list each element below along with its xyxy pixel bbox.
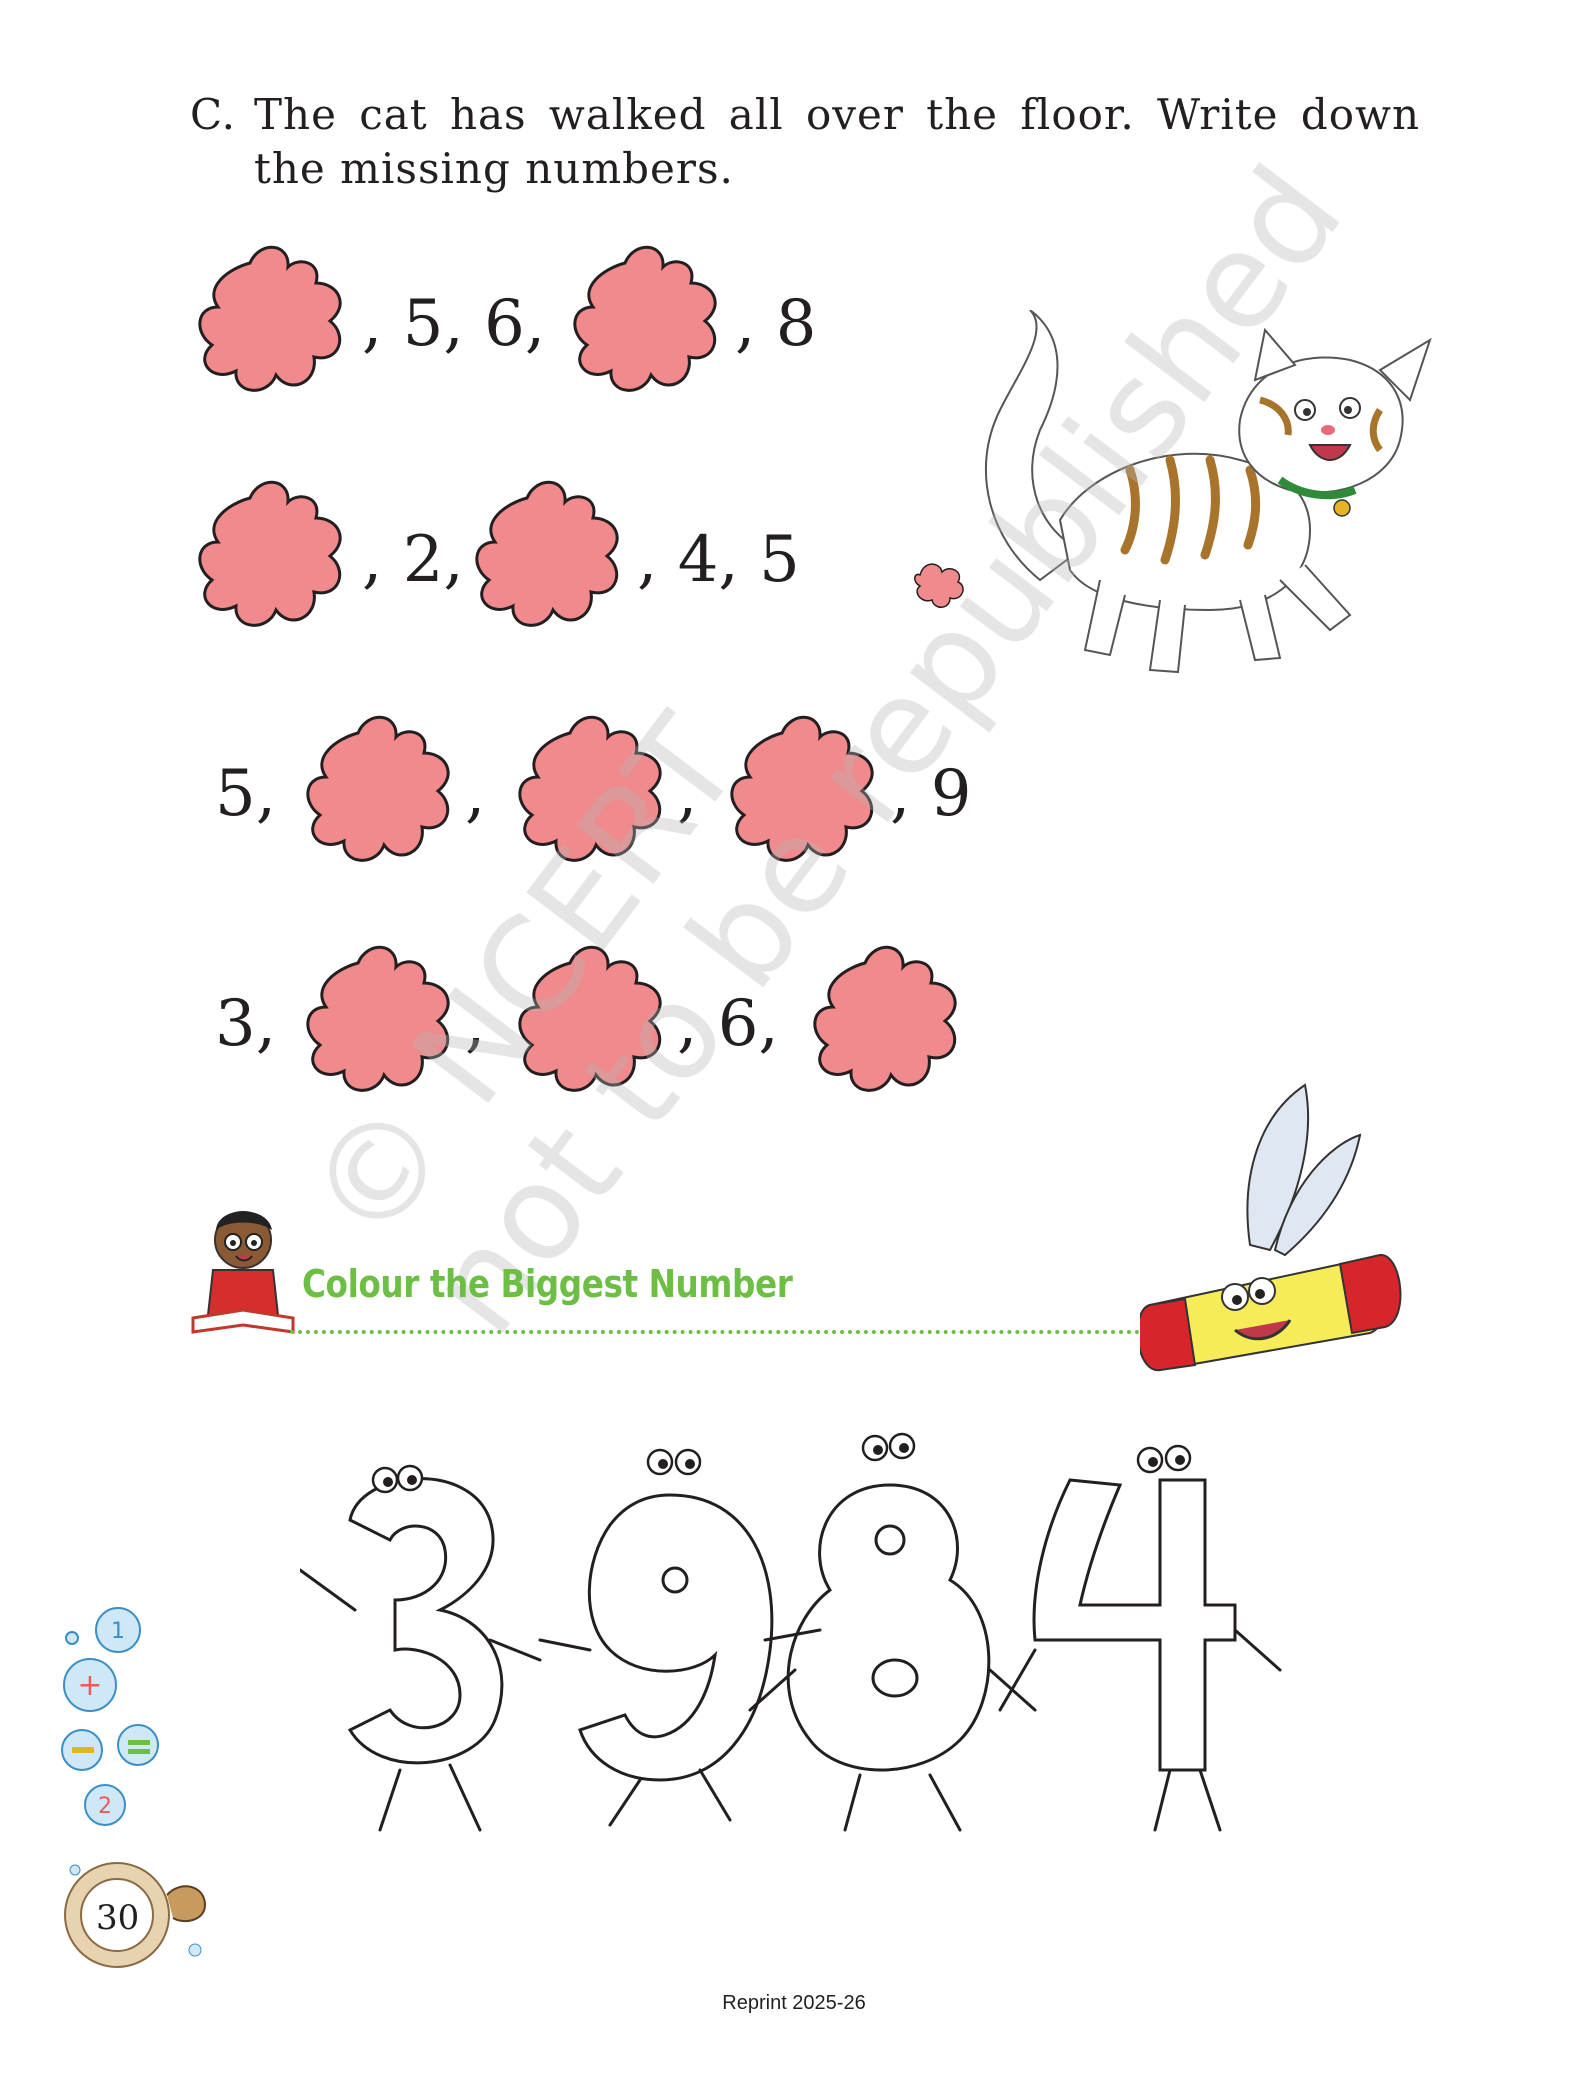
svg-text:+: +: [77, 1668, 102, 1703]
missing-number-blob[interactable]: [565, 235, 735, 405]
missing-number-blob[interactable]: [190, 470, 360, 640]
sequence-text: , 9: [890, 757, 972, 831]
missing-number-blob[interactable]: [298, 705, 468, 875]
reprint-footer: Reprint 2025-26: [722, 1992, 866, 2014]
sequence-text: ,: [465, 757, 486, 831]
svg-text:1: 1: [111, 1619, 125, 1644]
missing-number-blob[interactable]: [510, 705, 680, 875]
missing-number-blob[interactable]: [298, 935, 468, 1105]
sequence-text: 5,: [215, 757, 277, 831]
question-text: The cat has walked all over the floor. W…: [254, 90, 1420, 193]
sequence-text: , 6,: [677, 987, 779, 1061]
missing-number-blob[interactable]: [722, 705, 892, 875]
svg-text:2: 2: [98, 1794, 112, 1819]
question-label: C.: [190, 90, 236, 139]
number-9-outline: [578, 1493, 774, 1782]
sequence-text: , 4, 5: [637, 523, 800, 597]
cat-illustration: [910, 309, 1470, 690]
sequence-text: , 2,: [362, 523, 464, 597]
sequence-text: , 8: [735, 287, 817, 361]
missing-number-blob[interactable]: [805, 935, 975, 1105]
math-symbols-icon: 1 + 2: [60, 1600, 180, 1840]
section-title: Colour the Biggest Number: [302, 1262, 793, 1306]
sequence-text: ,: [677, 757, 698, 831]
number-3-outline: [347, 1477, 504, 1765]
section-divider: [290, 1330, 1140, 1334]
missing-number-blob[interactable]: [510, 935, 680, 1105]
question-c: C. The cat has walked all over the floor…: [190, 88, 1420, 196]
page-number: 30: [96, 1898, 140, 1938]
missing-number-blob[interactable]: [190, 235, 360, 405]
sequence-text: 3,: [215, 987, 277, 1061]
kid-reading-icon: [188, 1200, 298, 1345]
number-4-outline: [1032, 1478, 1237, 1772]
colouring-numbers-illustration[interactable]: [298, 1410, 1340, 1850]
sequence-text: , 5, 6,: [362, 287, 546, 361]
flying-crayon-icon: [1136, 1075, 1420, 1385]
sequence-text: ,: [465, 987, 486, 1061]
missing-number-blob[interactable]: [467, 470, 637, 640]
